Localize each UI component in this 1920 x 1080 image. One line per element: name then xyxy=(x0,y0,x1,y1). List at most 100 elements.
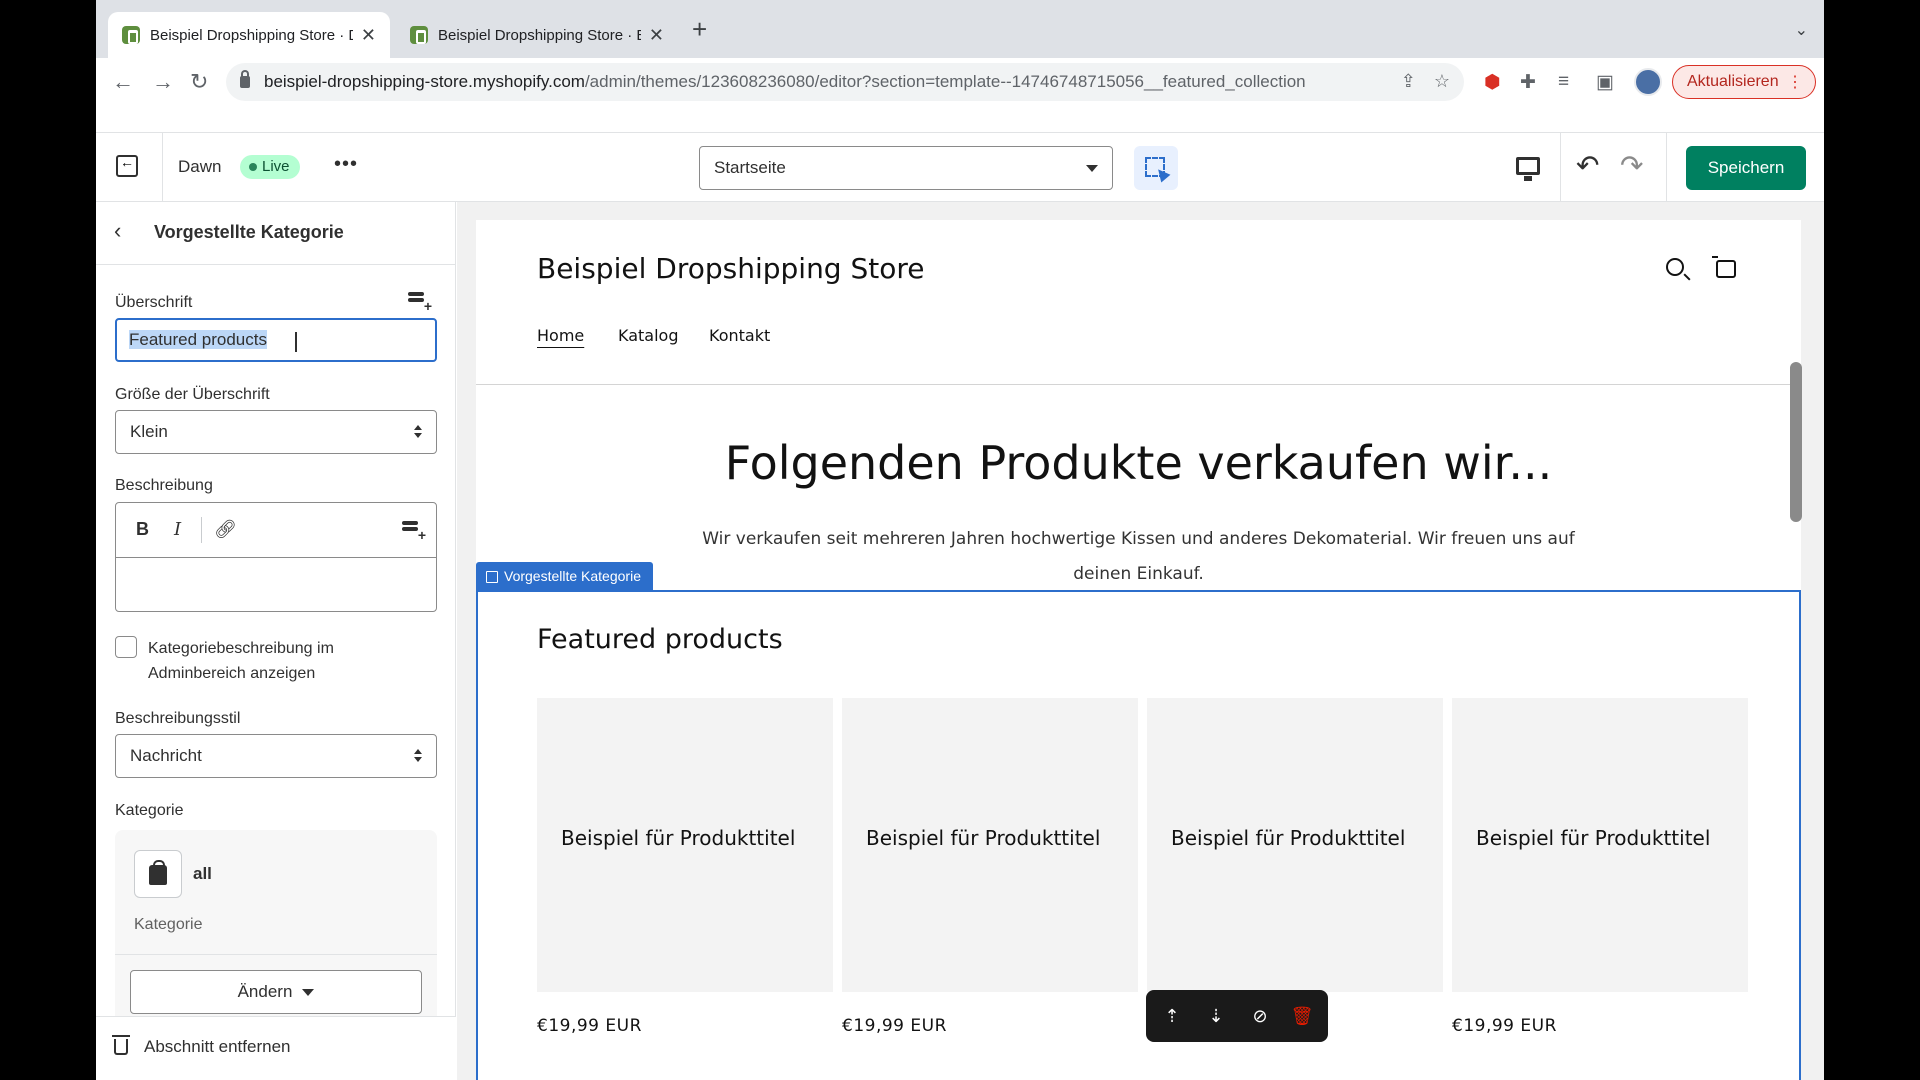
product-title: Beispiel für Produkttitel xyxy=(1476,826,1711,850)
store-name[interactable]: Beispiel Dropshipping Store xyxy=(537,252,925,285)
product-card[interactable]: Beispiel für Produkttitel xyxy=(537,698,833,992)
update-button[interactable]: Aktualisieren ⋮ xyxy=(1672,65,1816,99)
change-label: Ändern xyxy=(237,982,293,1001)
product-title: Beispiel für Produkttitel xyxy=(561,826,796,850)
rich-text-heading[interactable]: Folgenden Produkte verkaufen wir... xyxy=(476,436,1801,490)
save-button[interactable]: Speichern xyxy=(1686,146,1806,190)
product-card[interactable]: Beispiel für Produkttitel xyxy=(1452,698,1748,992)
text-cursor xyxy=(295,332,297,352)
reload-icon[interactable]: ↻ xyxy=(190,70,208,94)
remove-section-button[interactable]: Abschnitt entfernen xyxy=(144,1037,290,1057)
product-price: €19,99 EUR xyxy=(1452,1016,1557,1036)
desktop-icon[interactable] xyxy=(1516,157,1540,181)
url-domain: beispiel-dropshipping-store.myshopify.co… xyxy=(264,72,585,91)
header-divider xyxy=(1666,133,1667,203)
heading-size-label: Größe der Überschrift xyxy=(115,386,270,403)
browser-tab-bar: Beispiel Dropshipping Store · D ✕ Beispi… xyxy=(96,0,1824,58)
browser-tab-active[interactable]: Beispiel Dropshipping Store · D ✕ xyxy=(108,12,390,58)
tab-close-icon[interactable]: ✕ xyxy=(649,25,664,46)
caret-down-icon xyxy=(302,989,315,997)
header-divider xyxy=(162,133,163,203)
description-style-label: Beschreibungsstil xyxy=(115,710,241,727)
move-up-icon[interactable]: ⇡ xyxy=(1160,1004,1184,1028)
heading-input[interactable]: Featured products xyxy=(115,318,437,362)
redo-icon[interactable]: ↷ xyxy=(1620,151,1643,181)
description-style-select[interactable]: Nachricht xyxy=(115,734,437,778)
heading-size-value: Klein xyxy=(130,422,168,441)
caret-down-icon xyxy=(1086,165,1098,172)
move-down-icon[interactable]: ⇣ xyxy=(1204,1004,1228,1028)
description-editor[interactable]: B I 🔗︎ xyxy=(115,502,437,612)
collection-subtitle: Kategorie xyxy=(134,916,203,933)
collection-label: Kategorie xyxy=(115,802,184,819)
heading-input-value: Featured products xyxy=(129,330,267,349)
trash-icon[interactable]: 🗑︎ xyxy=(1290,1004,1314,1028)
preview-scrollbar[interactable] xyxy=(1790,362,1802,522)
product-price: €19,99 EUR xyxy=(537,1016,642,1036)
shopify-favicon-icon xyxy=(410,26,428,44)
share-icon[interactable]: ⇪ xyxy=(1401,71,1416,92)
side-panel-icon[interactable]: ▣ xyxy=(1596,71,1614,94)
tab-close-icon[interactable]: ✕ xyxy=(361,25,376,46)
more-icon[interactable]: ••• xyxy=(334,153,358,176)
browser-menu-icon[interactable]: ⋮ xyxy=(1787,72,1803,92)
inspector-icon[interactable] xyxy=(1134,146,1178,190)
editor-header: Dawn Live ••• Startseite ↶ ↷ Speichern xyxy=(96,132,1824,203)
star-icon[interactable]: ☆ xyxy=(1434,71,1450,92)
exit-icon[interactable] xyxy=(116,154,138,177)
media-control-icon[interactable]: ≡ xyxy=(1558,71,1569,93)
forward-icon[interactable]: → xyxy=(152,70,174,94)
update-label: Aktualisieren xyxy=(1687,73,1779,90)
back-chevron-icon[interactable]: ‹ xyxy=(114,220,121,242)
header-divider xyxy=(476,384,1801,385)
product-card[interactable]: Beispiel für Produkttitel xyxy=(842,698,1138,992)
description-style-value: Nachricht xyxy=(130,746,202,765)
nav-home[interactable]: Home xyxy=(537,326,584,345)
link-icon[interactable]: 🔗︎ xyxy=(214,519,237,540)
product-price: €19,99 EUR xyxy=(842,1016,947,1036)
header-divider xyxy=(1560,133,1561,203)
sidebar-divider xyxy=(96,264,456,265)
page-template-select[interactable]: Startseite xyxy=(699,146,1113,190)
description-label: Beschreibung xyxy=(115,477,213,494)
bold-button[interactable]: B xyxy=(136,519,149,540)
collection-icon xyxy=(134,850,182,898)
italic-button[interactable]: I xyxy=(174,519,181,540)
theme-name: Dawn xyxy=(178,157,222,176)
new-tab-icon[interactable]: + xyxy=(692,16,707,42)
settings-sidebar: ‹ Vorgestellte Kategorie Überschrift Fea… xyxy=(96,202,456,1080)
tab-search-chevron-icon[interactable]: ⌄ xyxy=(1795,20,1808,40)
undo-icon[interactable]: ↶ xyxy=(1576,151,1599,181)
select-arrows-icon xyxy=(414,749,422,763)
profile-avatar[interactable] xyxy=(1634,68,1662,96)
opera-extension-icon[interactable]: ⬢ xyxy=(1484,71,1501,94)
page-template-value: Startseite xyxy=(714,158,786,177)
nav-kontakt[interactable]: Kontakt xyxy=(709,326,770,345)
live-badge: Live xyxy=(240,155,300,179)
section-toolbar: ⇡ ⇣ ⊘ 🗑︎ xyxy=(1146,990,1328,1042)
heading-size-select[interactable]: Klein xyxy=(115,410,437,454)
extension-icon[interactable]: ✚ xyxy=(1520,71,1536,94)
hide-icon[interactable]: ⊘ xyxy=(1248,1004,1272,1028)
url-path: /admin/themes/123608236080/editor?sectio… xyxy=(584,72,1306,91)
product-title: Beispiel für Produkttitel xyxy=(1171,826,1406,850)
collection-name: all xyxy=(193,864,212,883)
change-collection-button[interactable]: Ändern xyxy=(130,970,422,1014)
product-card[interactable]: Beispiel für Produkttitel xyxy=(1147,698,1443,992)
product-title: Beispiel für Produkttitel xyxy=(866,826,1101,850)
show-description-checkbox[interactable] xyxy=(115,636,137,658)
dynamic-source-icon[interactable] xyxy=(402,521,426,543)
checkbox-label: Kategoriebeschreibung im Adminbereich an… xyxy=(148,640,334,682)
select-arrows-icon xyxy=(414,425,422,439)
url-bar[interactable]: beispiel-dropshipping-store.myshopify.co… xyxy=(226,63,1464,101)
nav-katalog[interactable]: Katalog xyxy=(618,326,678,345)
rich-text-body[interactable]: Wir verkaufen seit mehreren Jahren hochw… xyxy=(676,522,1601,592)
dynamic-source-icon[interactable] xyxy=(408,292,432,314)
search-icon[interactable] xyxy=(1666,258,1684,276)
browser-tab-inactive[interactable]: Beispiel Dropshipping Store · E ✕ xyxy=(396,12,678,58)
back-icon[interactable]: ← xyxy=(112,70,134,94)
featured-collection-title[interactable]: Featured products xyxy=(537,624,783,655)
shopify-favicon-icon xyxy=(122,26,140,44)
trash-icon[interactable] xyxy=(112,1035,130,1055)
cart-icon[interactable] xyxy=(1712,256,1736,278)
